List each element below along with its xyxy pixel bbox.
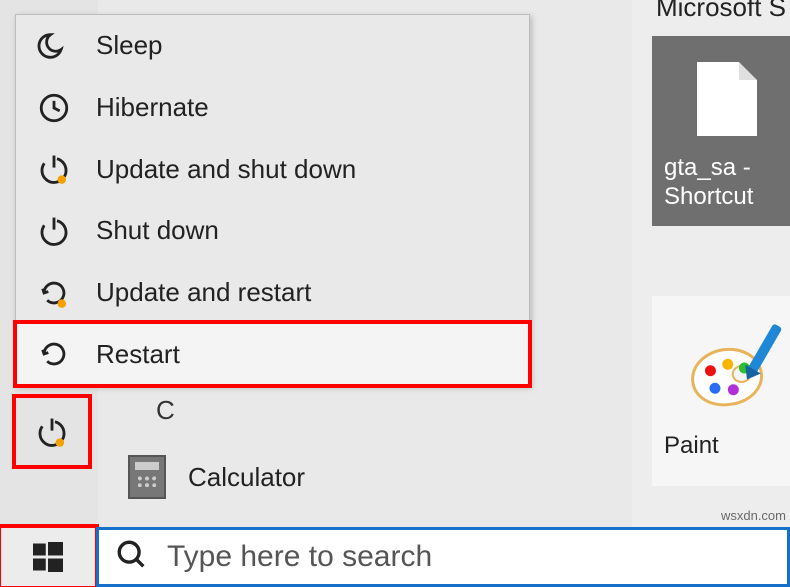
power-menu-shut-down[interactable]: Shut down bbox=[16, 200, 529, 262]
power-menu-sleep[interactable]: Sleep bbox=[16, 15, 529, 77]
power-button[interactable] bbox=[12, 394, 92, 469]
search-icon bbox=[115, 538, 149, 577]
taskbar-search[interactable] bbox=[96, 527, 790, 587]
menu-label: Shut down bbox=[96, 215, 219, 246]
taskbar bbox=[0, 527, 790, 587]
menu-label: Restart bbox=[96, 339, 180, 370]
power-menu-restart[interactable]: Restart bbox=[16, 323, 529, 385]
tile-gta-shortcut[interactable]: gta_sa - Shortcut bbox=[652, 36, 790, 226]
clock-icon bbox=[34, 88, 74, 128]
menu-label: Hibernate bbox=[96, 92, 209, 123]
app-calculator[interactable]: Calculator bbox=[128, 455, 305, 499]
power-menu-hibernate[interactable]: Hibernate bbox=[16, 77, 529, 139]
paint-icon bbox=[687, 326, 767, 406]
restart-update-icon bbox=[34, 273, 74, 313]
power-menu-update-restart[interactable]: Update and restart bbox=[16, 262, 529, 324]
search-input[interactable] bbox=[167, 540, 771, 574]
calculator-icon bbox=[128, 455, 166, 499]
power-update-icon bbox=[34, 149, 74, 189]
menu-label: Update and shut down bbox=[96, 154, 356, 185]
menu-label: Sleep bbox=[96, 30, 163, 61]
tile-label: gta_sa - Shortcut bbox=[664, 154, 790, 212]
start-tiles-area: Microsoft S gta_sa - Shortcut Paint bbox=[632, 0, 790, 527]
windows-logo-icon bbox=[30, 539, 66, 575]
app-label: Calculator bbox=[188, 462, 305, 493]
power-menu-update-shut-down[interactable]: Update and shut down bbox=[16, 138, 529, 200]
power-icon bbox=[32, 412, 72, 452]
power-menu: Sleep Hibernate Update and shut down Shu… bbox=[15, 14, 530, 386]
tile-label: Paint bbox=[664, 432, 790, 460]
start-button[interactable] bbox=[0, 527, 96, 587]
restart-icon bbox=[34, 334, 74, 374]
watermark: wsxdn.com bbox=[721, 508, 786, 523]
apps-letter-c[interactable]: C bbox=[156, 395, 175, 426]
tile-group-header[interactable]: Microsoft S bbox=[656, 0, 786, 23]
menu-label: Update and restart bbox=[96, 277, 311, 308]
file-icon bbox=[697, 62, 757, 136]
power-off-icon bbox=[34, 211, 74, 251]
moon-icon bbox=[34, 26, 74, 66]
tile-paint[interactable]: Paint bbox=[652, 296, 790, 486]
